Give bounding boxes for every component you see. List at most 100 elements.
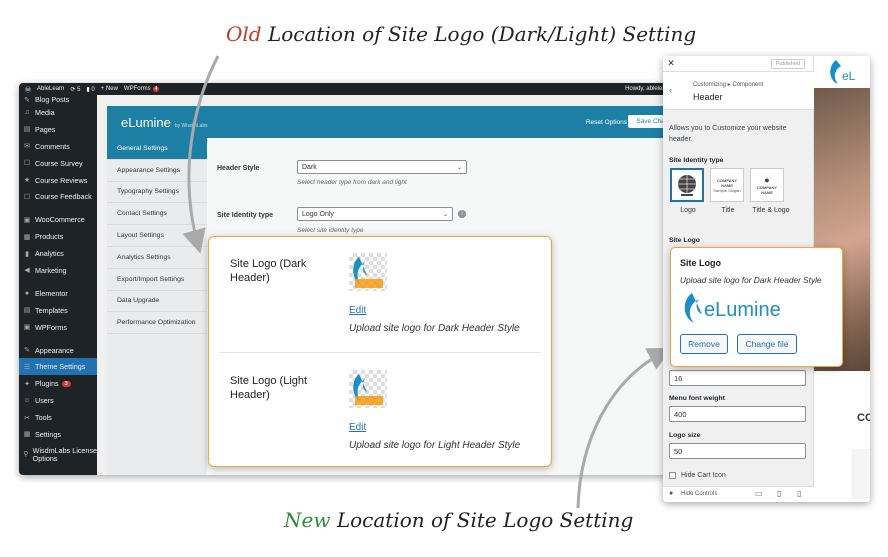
sidebar-item-course-survey[interactable]: ☐ Course Survey [19, 155, 97, 172]
option-label-logo: Logo [680, 207, 696, 214]
tab-analytics-settings[interactable]: Analytics Settings [107, 247, 207, 269]
sidebar-item-course-feedback[interactable]: ☐ Course Feedback [19, 188, 97, 205]
sidebar-item-analytics[interactable]: ▮ Analytics [19, 245, 97, 262]
sidebar-item-woocommerce[interactable]: ▣ WooCommerce [19, 211, 97, 228]
hide-controls-icon[interactable]: ● [669, 490, 673, 497]
mobile-icon[interactable]: ▯ [797, 489, 801, 498]
site-identity-select[interactable]: Logo Only ⌄ [297, 207, 453, 221]
elumine-logo-icon: eL [830, 60, 856, 84]
chevron-down-icon: ⌄ [456, 164, 462, 171]
sidebar-item-label: WPForms [35, 322, 67, 332]
customizer-section-header: ‹ Customizing ▸ Component Header [663, 72, 814, 110]
tab-typography-settings[interactable]: Typography Settings [107, 182, 207, 204]
sidebar-item-icon: ▮ [25, 250, 29, 258]
site-logo-preview[interactable]: eLumine [680, 291, 810, 330]
published-button[interactable]: Published [770, 59, 805, 69]
sidebar-item-badge: 3 [61, 380, 71, 387]
dark-logo-description: Upload site logo for Dark Header Style [349, 323, 520, 334]
option-label-title-logo: Title & Logo [752, 207, 790, 214]
sidebar-item-label: Analytics [35, 249, 64, 259]
change-file-button[interactable]: Change file [737, 334, 797, 354]
sidebar-item-icon: ★ [23, 177, 31, 184]
sidebar-item-icon: ▣ [23, 216, 31, 224]
admin-bar-wpforms[interactable]: WPForms 4 [124, 86, 160, 92]
sidebar-item-course-reviews[interactable]: ★ Course Reviews [19, 172, 97, 189]
sidebar-item-media[interactable]: ♫ Media [19, 104, 97, 121]
tab-general-settings[interactable]: General Settings [107, 138, 207, 160]
plugin-logo-text: eLumine [121, 114, 171, 130]
comments-icon[interactable]: ▮ 0 [86, 86, 94, 93]
header-style-hint: Select header type from dark and light [297, 179, 407, 186]
hide-cart-label: Hide Cart Icon [681, 472, 726, 479]
sidebar-item-appearance[interactable]: ✎ Appearance [19, 342, 97, 359]
sidebar-item-wisdmlabs-license-options[interactable]: ⚲ WisdmLabs License Options [19, 443, 97, 467]
sidebar-item-settings[interactable]: ▦ Settings [19, 426, 97, 443]
sidebar-item-label: Plugins [35, 379, 59, 389]
tab-data-upgrade[interactable]: Data Upgrade [107, 291, 207, 313]
sidebar-item-users[interactable]: ☺ Users [19, 392, 97, 409]
customizer-breadcrumb: Customizing ▸ Component [693, 82, 764, 88]
header-style-select[interactable]: Dark ⌄ [297, 160, 467, 174]
light-logo-edit-link[interactable]: Edit [349, 422, 366, 433]
sidebar-item-theme-settings[interactable]: ☰ Theme Settings [19, 358, 97, 376]
caption-old-text: Location of Site Logo (Dark/Light) Setti… [267, 22, 697, 46]
logo-size-input[interactable]: 50 [669, 443, 806, 459]
sidebar-item-icon: ▣ [23, 324, 31, 332]
remove-button[interactable]: Remove [680, 334, 728, 354]
site-logo-label: Site Logo [669, 237, 700, 244]
sidebar-item-pages[interactable]: ▤ Pages [19, 121, 97, 138]
sidebar-item-tools[interactable]: ✂ Tools [19, 409, 97, 426]
chevron-left-icon[interactable]: ‹ [669, 85, 672, 95]
tab-export-import-settings[interactable]: Export/Import Settings [107, 269, 207, 291]
light-logo-thumbnail[interactable] [349, 370, 387, 408]
site-logo-title: Site Logo [680, 258, 721, 268]
sidebar-item-templates[interactable]: ▤ Templates [19, 302, 97, 319]
close-icon[interactable]: ✕ [663, 58, 679, 69]
header-style-value: Dark [302, 163, 317, 171]
tab-performance-optimization[interactable]: Performance Optimization [107, 312, 207, 335]
sidebar-item-label: Theme Settings [35, 362, 86, 372]
admin-bar-site-name[interactable]: AbleLearn [37, 86, 64, 92]
dark-logo-thumbnail[interactable] [349, 253, 387, 291]
customizer-topbar: ✕ Published [663, 56, 813, 72]
identity-option-title-logo[interactable]: ● COMPANY NAME [750, 168, 784, 202]
tab-appearance-settings[interactable]: Appearance Settings [107, 160, 207, 182]
sidebar-item-icon: ♫ [24, 108, 30, 116]
tab-contact-settings[interactable]: Contact Settings [107, 203, 207, 226]
menu-font-size-input[interactable]: 16 [669, 370, 806, 386]
sidebar-item-icon: ▦ [23, 431, 31, 439]
dark-logo-edit-link[interactable]: Edit [349, 305, 366, 316]
menu-font-weight-input[interactable]: 400 [669, 406, 806, 422]
preview-card [851, 449, 870, 499]
hide-cart-checkbox[interactable] [669, 472, 676, 479]
tab-layout-settings[interactable]: Layout Settings [107, 225, 207, 247]
customizer-footer: ● Hide Controls ▭ ▯ ▯ [663, 486, 814, 502]
updates-count: 5 [77, 86, 81, 93]
updates-icon[interactable]: ⟳ 5 [70, 86, 80, 93]
sidebar-item-icon: ☰ [23, 363, 31, 371]
info-icon[interactable]: i [458, 210, 466, 218]
tablet-icon[interactable]: ▯ [777, 489, 781, 498]
identity-option-title[interactable]: COMPANY NAME Sample Slogan [710, 168, 744, 202]
sidebar-item-elementor[interactable]: ● Elementor [19, 285, 97, 302]
sidebar-item-label: WisdmLabs License Options [32, 445, 97, 463]
hide-controls-label[interactable]: Hide Controls [681, 491, 717, 497]
admin-bar-new[interactable]: + New [101, 86, 118, 92]
reset-options-button[interactable]: Reset Options [586, 119, 627, 126]
sidebar-item-wpforms[interactable]: ▣ WPForms [19, 319, 97, 336]
sidebar-item-plugins[interactable]: ✦ Plugins 3 [19, 375, 97, 392]
globe-icon: ● [764, 175, 770, 185]
sidebar-item-products[interactable]: ▦ Products [19, 228, 97, 245]
identity-option-logo[interactable] [670, 168, 704, 202]
sidebar-item-label: Blog Posts [35, 95, 70, 104]
desktop-icon[interactable]: ▭ [755, 489, 763, 498]
sidebar-item-marketing[interactable]: ◀ Marketing [19, 262, 97, 279]
sidebar-item-comments[interactable]: ✉ Comments [19, 138, 97, 155]
sidebar-item-label: Tools [35, 413, 52, 423]
sidebar-item-label: Course Reviews [35, 175, 88, 185]
sidebar-item-icon: ● [24, 289, 30, 297]
sidebar-item-blog-posts[interactable]: ✎ Blog Posts [19, 95, 97, 104]
customizer-section-title: Header [693, 92, 723, 102]
caption-new-highlight: New [284, 508, 331, 532]
wordpress-icon[interactable]: Ⓦ [25, 85, 31, 94]
